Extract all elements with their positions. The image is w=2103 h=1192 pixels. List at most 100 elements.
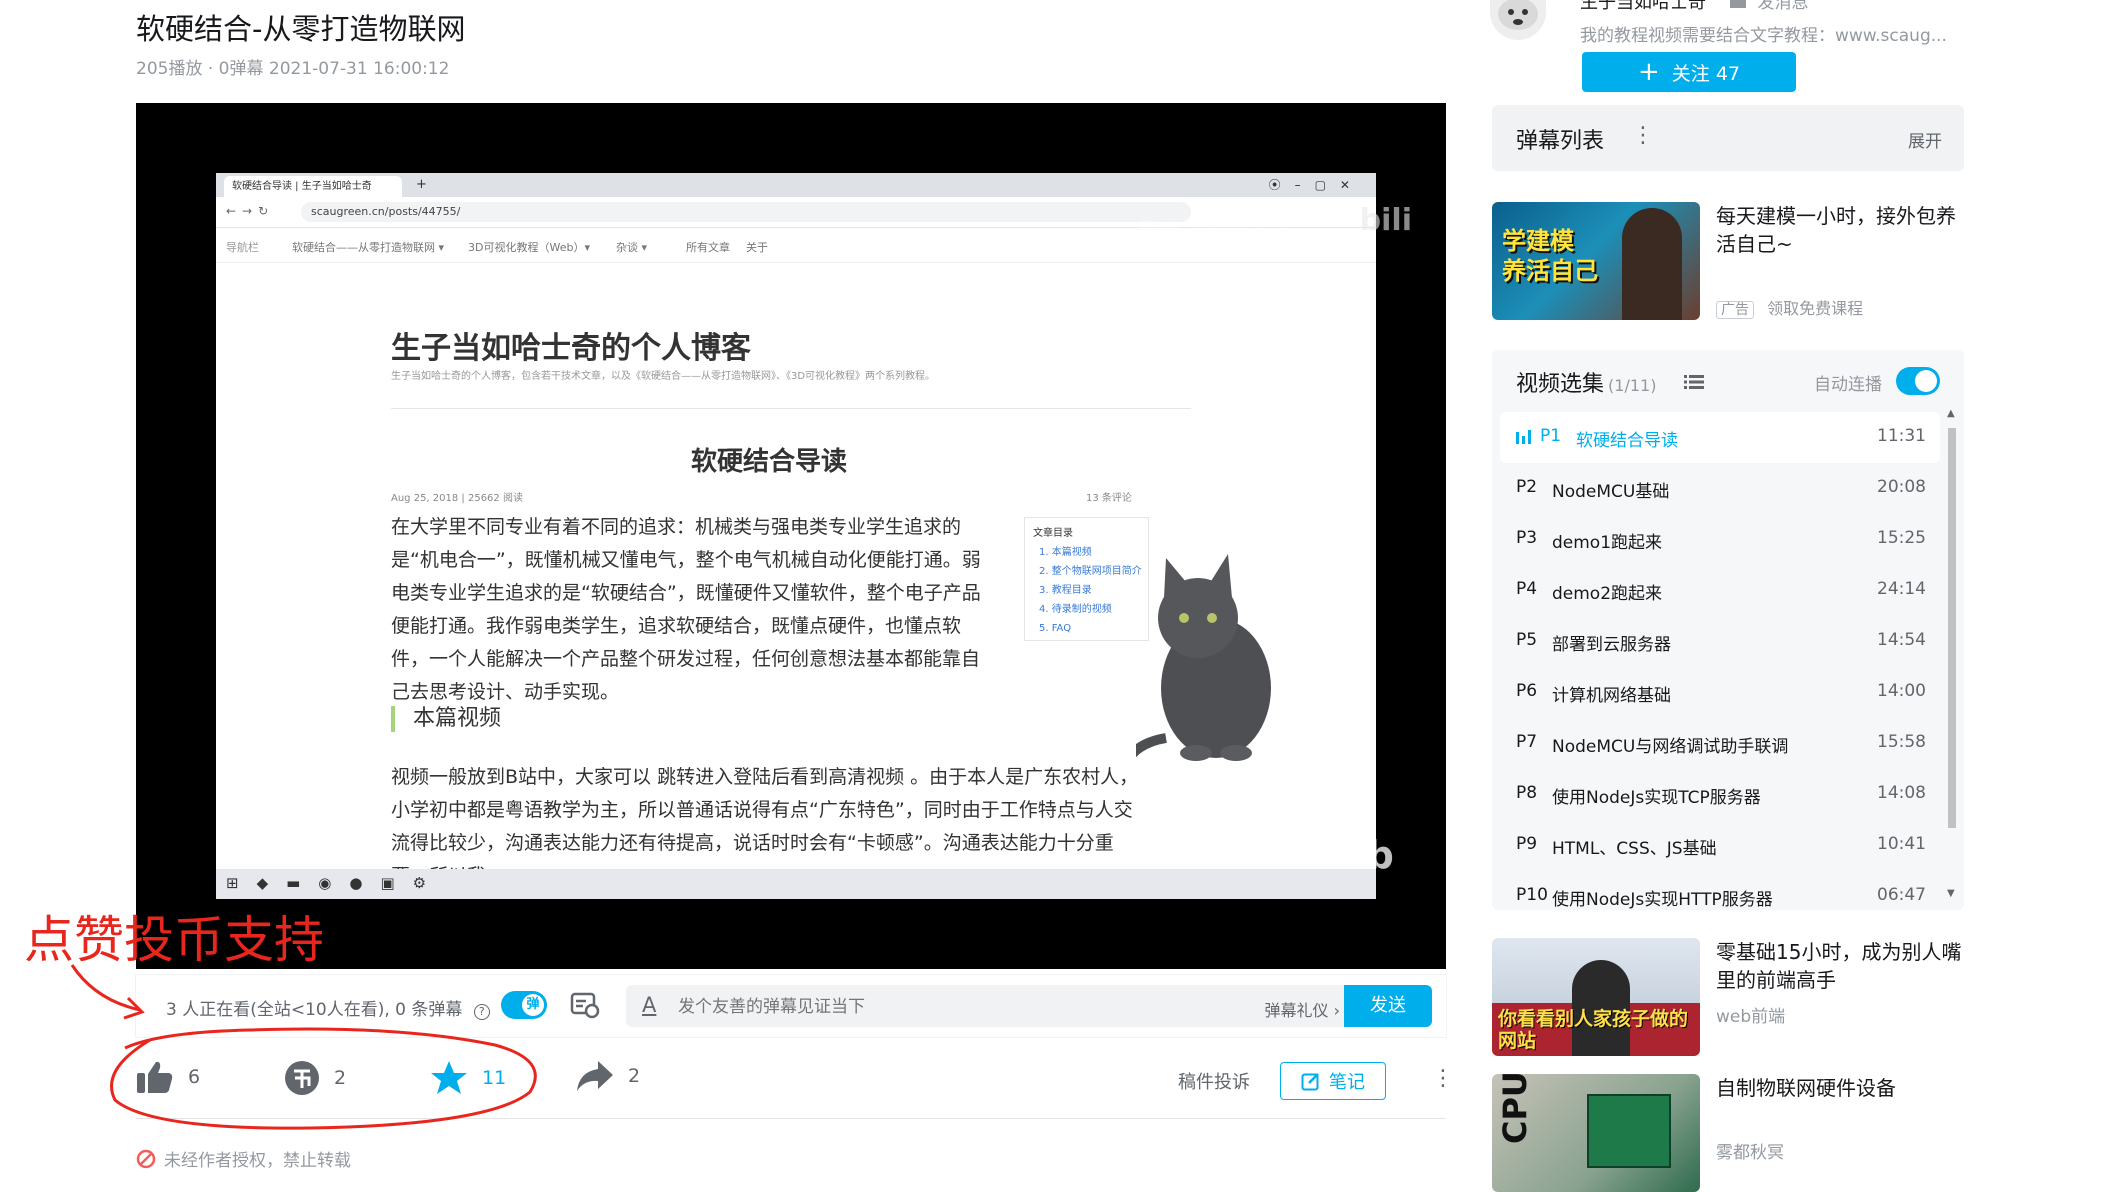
- episode-item[interactable]: P2 NodeMCU基础 20:08: [1500, 463, 1940, 514]
- follow-label: 关注 47: [1671, 62, 1740, 85]
- danmaku-etiquette-link[interactable]: 弹幕礼仪 ›: [1265, 997, 1341, 1021]
- episode-num: P1: [1540, 426, 1562, 446]
- more-options-icon[interactable]: ⋮: [1432, 1066, 1454, 1091]
- section-heading: 本篇视频: [391, 706, 501, 732]
- recommended-title[interactable]: 零基础15小时，成为别人嘴里的前端高手: [1716, 938, 1964, 994]
- episode-item[interactable]: P4 demo2跑起来 24:14: [1500, 565, 1940, 616]
- browser-tab: 软硬结合导读 | 生子当如哈士奇: [224, 176, 402, 197]
- uploader-description: 我的教程视频需要结合文字教程：www.scaug...: [1580, 26, 1947, 46]
- autoplay-toggle[interactable]: [1896, 367, 1940, 395]
- bilibili-logo-icon: bili: [1359, 203, 1412, 238]
- site-nav-item: 导航栏: [226, 241, 259, 254]
- recommended-video[interactable]: 你看看别人家孩子做的网站 零基础15小时，成为别人嘴里的前端高手 web前端: [1492, 938, 1964, 1056]
- send-danmaku-button[interactable]: 发送: [1344, 985, 1432, 1027]
- text-style-icon[interactable]: A: [642, 993, 656, 1017]
- message-icon: [1729, 0, 1746, 8]
- list-view-icon[interactable]: [1684, 374, 1704, 390]
- uploader-avatar[interactable]: [1490, 0, 1546, 40]
- danmaku-input[interactable]: [676, 985, 1120, 1029]
- episode-list: 视频选集 (1/11) 自动连播 P1 软硬结合导读 11:31 P2 NodeM…: [1492, 350, 1964, 910]
- episode-scrollbar[interactable]: ▲ ▼: [1946, 408, 1958, 899]
- video-thumbnail[interactable]: CPU: [1492, 1074, 1700, 1192]
- viewer-count: 3 人正在看(全站<10人在看), 0 条弹幕 ?: [166, 995, 490, 1020]
- ad-character-image: [1622, 208, 1682, 320]
- danmaku-toggle-label: 弹: [522, 994, 544, 1016]
- episode-duration: 11:31: [1877, 426, 1926, 446]
- danmaku-bar: 3 人正在看(全站<10人在看), 0 条弹幕 ? 弹 A 弹幕礼仪 › 发送: [136, 975, 1446, 1037]
- episode-item[interactable]: P10 使用NodeJs实现HTTP服务器 06:47: [1500, 871, 1940, 910]
- episode-list-title: 视频选集 (1/11): [1516, 366, 1656, 398]
- episode-num: P4: [1516, 579, 1538, 599]
- edit-icon: [1301, 1073, 1319, 1091]
- video-title: 软硬结合-从零打造物联网: [136, 12, 466, 46]
- share-icon: [577, 1061, 613, 1091]
- site-nav-item: 3D可视化教程（Web）▾: [468, 241, 590, 254]
- episode-item[interactable]: P6 计算机网络基础 14:00: [1500, 667, 1940, 718]
- url-text: scaugreen.cn/posts/44755/: [311, 205, 461, 218]
- new-tab-icon: +: [416, 177, 427, 192]
- episode-duration: 06:47: [1877, 885, 1926, 905]
- thumb-caption: 你看看别人家孩子做的网站: [1498, 1008, 1689, 1052]
- share-count: 2: [628, 1065, 641, 1087]
- divider: [391, 408, 1191, 409]
- danmaku-toggle[interactable]: 弹: [501, 991, 547, 1019]
- recommended-uploader[interactable]: 雾都秋冥: [1716, 1138, 1784, 1163]
- scroll-thumb[interactable]: [1948, 428, 1956, 828]
- episode-item[interactable]: P8 使用NodeJs实现TCP服务器 14:08: [1500, 769, 1940, 820]
- toc-item: 1. 本篇视频: [1039, 547, 1092, 558]
- episode-num: P5: [1516, 630, 1538, 650]
- uploader-name[interactable]: 生子当如哈士奇 发消息: [1580, 0, 1808, 14]
- episode-name: HTML、CSS、JS基础: [1552, 839, 1717, 859]
- scroll-up-icon[interactable]: ▲: [1947, 408, 1955, 419]
- message-link[interactable]: 发消息: [1757, 0, 1808, 13]
- help-icon[interactable]: ?: [473, 1004, 490, 1020]
- coin-icon: [285, 1061, 319, 1095]
- note-label: 笔记: [1329, 1072, 1365, 1093]
- scroll-down-icon[interactable]: ▼: [1947, 888, 1955, 899]
- ad-thumbnail[interactable]: 学建模 养活自己: [1492, 202, 1700, 320]
- episode-item[interactable]: P3 demo1跑起来 15:25: [1500, 514, 1940, 565]
- expand-button[interactable]: 展开: [1908, 127, 1942, 152]
- episode-item-active[interactable]: P1 软硬结合导读 11:31: [1500, 412, 1940, 463]
- episode-duration: 20:08: [1877, 477, 1926, 497]
- episode-name: NodeMCU基础: [1552, 482, 1670, 502]
- playing-bars-icon: [1516, 430, 1531, 444]
- episode-name: demo2跑起来: [1552, 584, 1663, 604]
- recommended-video[interactable]: CPU 自制物联网硬件设备 雾都秋冥: [1492, 1074, 1964, 1192]
- report-link[interactable]: 稿件投诉: [1178, 1068, 1250, 1094]
- favorite-button[interactable]: 11: [430, 1060, 506, 1096]
- episode-name: NodeMCU与网络调试助手联调: [1552, 737, 1789, 757]
- toggle-knob: [1915, 370, 1937, 392]
- episode-item[interactable]: P9 HTML、CSS、JS基础 10:41: [1500, 820, 1940, 871]
- danmaku-list-header[interactable]: 弹幕列表 ⋮ 展开: [1492, 105, 1964, 171]
- copyright-notice: 未经作者授权，禁止转载: [136, 1146, 351, 1171]
- follow-button[interactable]: + 关注 47: [1582, 52, 1796, 92]
- ad-thumb-line: 学建模: [1502, 227, 1574, 255]
- copyright-text: 未经作者授权，禁止转载: [164, 1151, 351, 1171]
- more-options-icon[interactable]: ⋮: [1632, 123, 1654, 148]
- episode-item[interactable]: P5 部署到云服务器 14:54: [1500, 616, 1940, 667]
- video-player[interactable]: 软硬结合导读 | 生子当如哈士奇 + ⦿–▢✕ ←→↻ scaugreen.cn…: [136, 103, 1446, 969]
- toc-item: 5. FAQ: [1039, 623, 1072, 634]
- episode-name: 计算机网络基础: [1552, 686, 1671, 706]
- video-thumbnail[interactable]: 你看看别人家孩子做的网站: [1492, 938, 1700, 1056]
- share-button[interactable]: 2: [576, 1060, 640, 1092]
- ad-title[interactable]: 每天建模一小时，接外包养活自己~: [1716, 202, 1964, 258]
- thumbs-up-icon: [137, 1061, 173, 1093]
- episode-name: 部署到云服务器: [1552, 635, 1671, 655]
- blog-subtitle: 生子当如哈士奇的个人博客，包含若干技术文章，以及《软硬结合——从零打造物联网》、…: [391, 371, 936, 382]
- episode-num: P9: [1516, 834, 1538, 854]
- recommended-uploader[interactable]: web前端: [1716, 1002, 1785, 1027]
- ad-card[interactable]: 学建模 养活自己 每天建模一小时，接外包养活自己~ 广告 领取免费课程: [1492, 202, 1964, 322]
- episode-duration: 14:08: [1877, 783, 1926, 803]
- like-button[interactable]: 6: [136, 1060, 200, 1094]
- recommended-title[interactable]: 自制物联网硬件设备: [1716, 1074, 1964, 1102]
- episode-item[interactable]: P7 NodeMCU与网络调试助手联调 15:58: [1500, 718, 1940, 769]
- episode-title-text: 视频选集: [1516, 372, 1605, 397]
- blog-title: 生子当如哈士奇的个人博客: [391, 331, 751, 366]
- note-button[interactable]: 笔记: [1280, 1062, 1386, 1100]
- ad-thumb-line: 养活自己: [1502, 257, 1598, 285]
- husky-avatar-icon: [1498, 0, 1538, 30]
- coin-button[interactable]: 2: [284, 1060, 346, 1096]
- danmaku-settings-icon[interactable]: [570, 991, 600, 1019]
